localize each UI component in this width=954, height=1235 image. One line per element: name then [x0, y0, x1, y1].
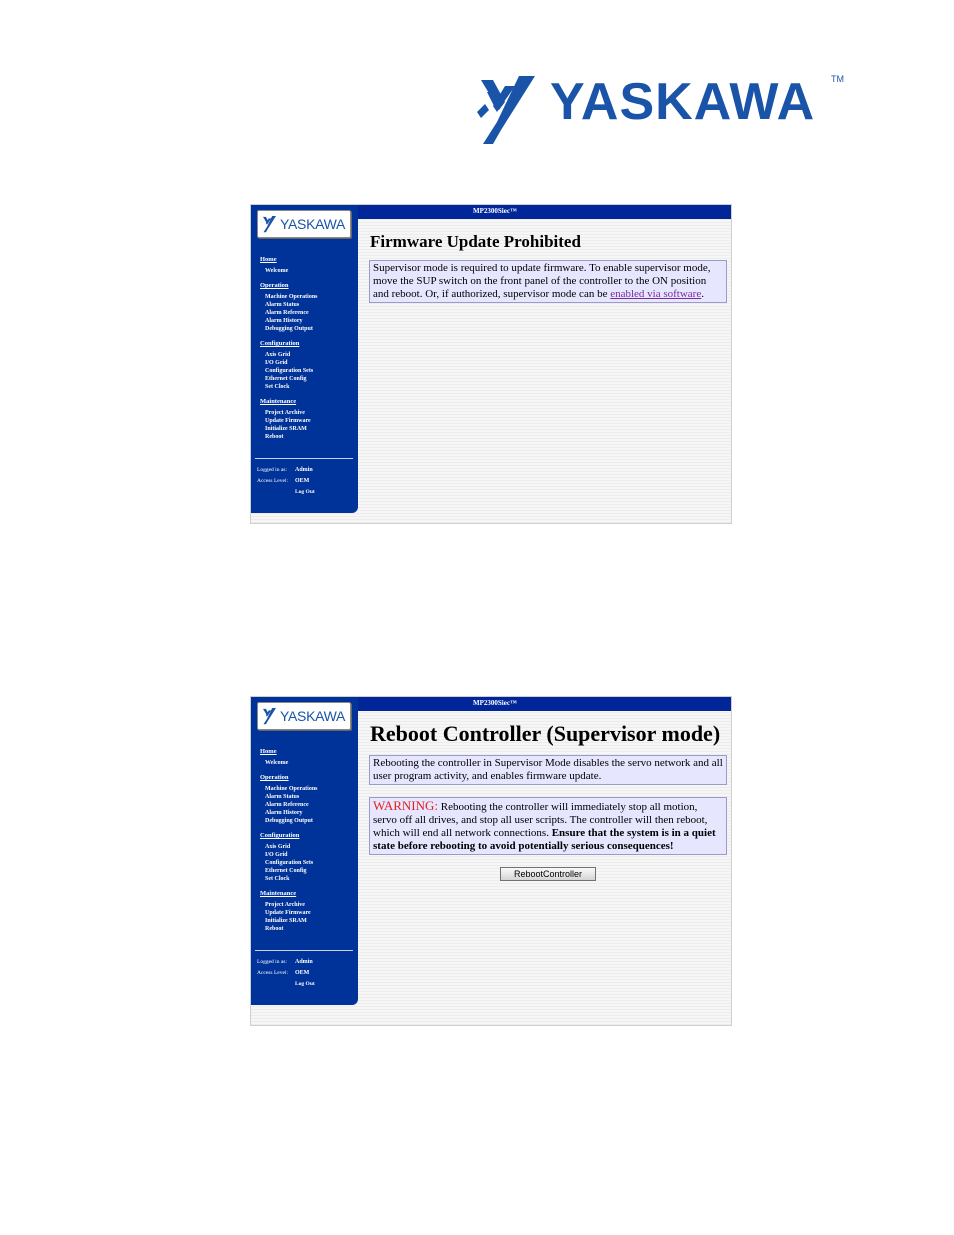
nav-initialize-sram[interactable]: Initialize SRAM [265, 917, 358, 925]
nav-menu: Home Welcome Operation Machine Operation… [251, 251, 358, 441]
supervisor-message: Supervisor mode is required to update fi… [369, 260, 727, 303]
access-level-label: Access Level: [257, 970, 288, 976]
logout-link[interactable]: Log Out [257, 979, 355, 990]
access-level-value: OEM [295, 970, 310, 976]
brand-name: YASKAWA [550, 73, 816, 131]
trademark: TM [831, 74, 844, 84]
sidebar: YASKAWA Home Welcome Operation Machine O… [251, 697, 358, 1005]
reboot-controller-screenshot: MP2300Siec™ YASKAWA Home Welcome Operati… [250, 696, 732, 1026]
nav-axis-grid[interactable]: Axis Grid [265, 351, 358, 359]
nav-update-firmware[interactable]: Update Firmware [265, 909, 358, 917]
nav-io-grid[interactable]: I/O Grid [265, 851, 358, 859]
logged-in-label: Logged in as: [257, 467, 287, 473]
nav-project-archive[interactable]: Project Archive [265, 901, 358, 909]
warning-label: WARNING: [373, 798, 438, 813]
nav-debugging-output[interactable]: Debugging Output [265, 325, 358, 333]
nav-machine-operations[interactable]: Machine Operations [265, 785, 358, 793]
yaskawa-swoosh-icon [477, 76, 535, 144]
nav-operation[interactable]: Operation [260, 282, 358, 290]
nav-reboot[interactable]: Reboot [265, 925, 358, 933]
sidebar-logo-text: YASKAWA [280, 708, 346, 724]
main-content: Reboot Controller (Supervisor mode) Rebo… [369, 719, 727, 882]
logged-in-user: Admin [295, 959, 313, 965]
access-level-label: Access Level: [257, 478, 288, 484]
firmware-update-screenshot: MP2300Siec™ YASKAWA Home Welcome Operati… [250, 204, 732, 524]
logged-in-user: Admin [295, 467, 313, 473]
logged-in-label: Logged in as: [257, 959, 287, 965]
message-end: . [701, 288, 704, 300]
product-name: MP2300Siec™ [473, 699, 517, 707]
nav-welcome[interactable]: Welcome [265, 759, 358, 767]
nav-configuration-sets[interactable]: Configuration Sets [265, 367, 358, 375]
nav-io-grid[interactable]: I/O Grid [265, 359, 358, 367]
sidebar-logo[interactable]: YASKAWA [257, 702, 351, 730]
enable-software-link[interactable]: enabled via software [610, 288, 701, 300]
nav-initialize-sram[interactable]: Initialize SRAM [265, 425, 358, 433]
sidebar-logo-text: YASKAWA [280, 216, 346, 232]
nav-home[interactable]: Home [260, 256, 358, 264]
access-level-value: OEM [295, 478, 310, 484]
nav-configuration[interactable]: Configuration [260, 832, 358, 840]
nav-ethernet-config[interactable]: Ethernet Config [265, 375, 358, 383]
sidebar-divider [255, 458, 353, 459]
sidebar-divider [255, 950, 353, 951]
yaskawa-logo: YASKAWA TM [475, 72, 845, 147]
logout-link[interactable]: Log Out [257, 487, 355, 498]
nav-alarm-history[interactable]: Alarm History [265, 317, 358, 325]
nav-configuration-sets[interactable]: Configuration Sets [265, 859, 358, 867]
nav-home[interactable]: Home [260, 748, 358, 756]
nav-welcome[interactable]: Welcome [265, 267, 358, 275]
nav-machine-operations[interactable]: Machine Operations [265, 293, 358, 301]
nav-reboot[interactable]: Reboot [265, 433, 358, 441]
login-info: Logged in as: Admin Access Level: OEM Log … [257, 957, 355, 990]
nav-alarm-status[interactable]: Alarm Status [265, 301, 358, 309]
reboot-controller-button[interactable]: RebootController [500, 867, 596, 881]
yaskawa-swoosh-icon [263, 707, 276, 725]
yaskawa-swoosh-icon [263, 215, 276, 233]
main-content: Firmware Update Prohibited Supervisor mo… [369, 227, 727, 303]
nav-menu: Home Welcome Operation Machine Operation… [251, 743, 358, 933]
login-info: Logged in as: Admin Access Level: OEM Log … [257, 465, 355, 498]
nav-alarm-history[interactable]: Alarm History [265, 809, 358, 817]
nav-ethernet-config[interactable]: Ethernet Config [265, 867, 358, 875]
reboot-warning: WARNING: Rebooting the controller will i… [369, 797, 727, 855]
nav-alarm-reference[interactable]: Alarm Reference [265, 801, 358, 809]
product-name: MP2300Siec™ [473, 207, 517, 215]
nav-axis-grid[interactable]: Axis Grid [265, 843, 358, 851]
nav-maintenance[interactable]: Maintenance [260, 890, 358, 898]
nav-project-archive[interactable]: Project Archive [265, 409, 358, 417]
nav-debugging-output[interactable]: Debugging Output [265, 817, 358, 825]
nav-operation[interactable]: Operation [260, 774, 358, 782]
supervisor-info: Rebooting the controller in Supervisor M… [369, 755, 727, 785]
sidebar-logo[interactable]: YASKAWA [257, 210, 351, 238]
page-title: Firmware Update Prohibited [370, 232, 581, 251]
nav-alarm-status[interactable]: Alarm Status [265, 793, 358, 801]
nav-update-firmware[interactable]: Update Firmware [265, 417, 358, 425]
sidebar: YASKAWA Home Welcome Operation Machine O… [251, 205, 358, 513]
nav-alarm-reference[interactable]: Alarm Reference [265, 309, 358, 317]
page-title: Reboot Controller (Supervisor mode) [370, 721, 721, 746]
nav-set-clock[interactable]: Set Clock [265, 875, 358, 883]
nav-set-clock[interactable]: Set Clock [265, 383, 358, 391]
nav-maintenance[interactable]: Maintenance [260, 398, 358, 406]
nav-configuration[interactable]: Configuration [260, 340, 358, 348]
